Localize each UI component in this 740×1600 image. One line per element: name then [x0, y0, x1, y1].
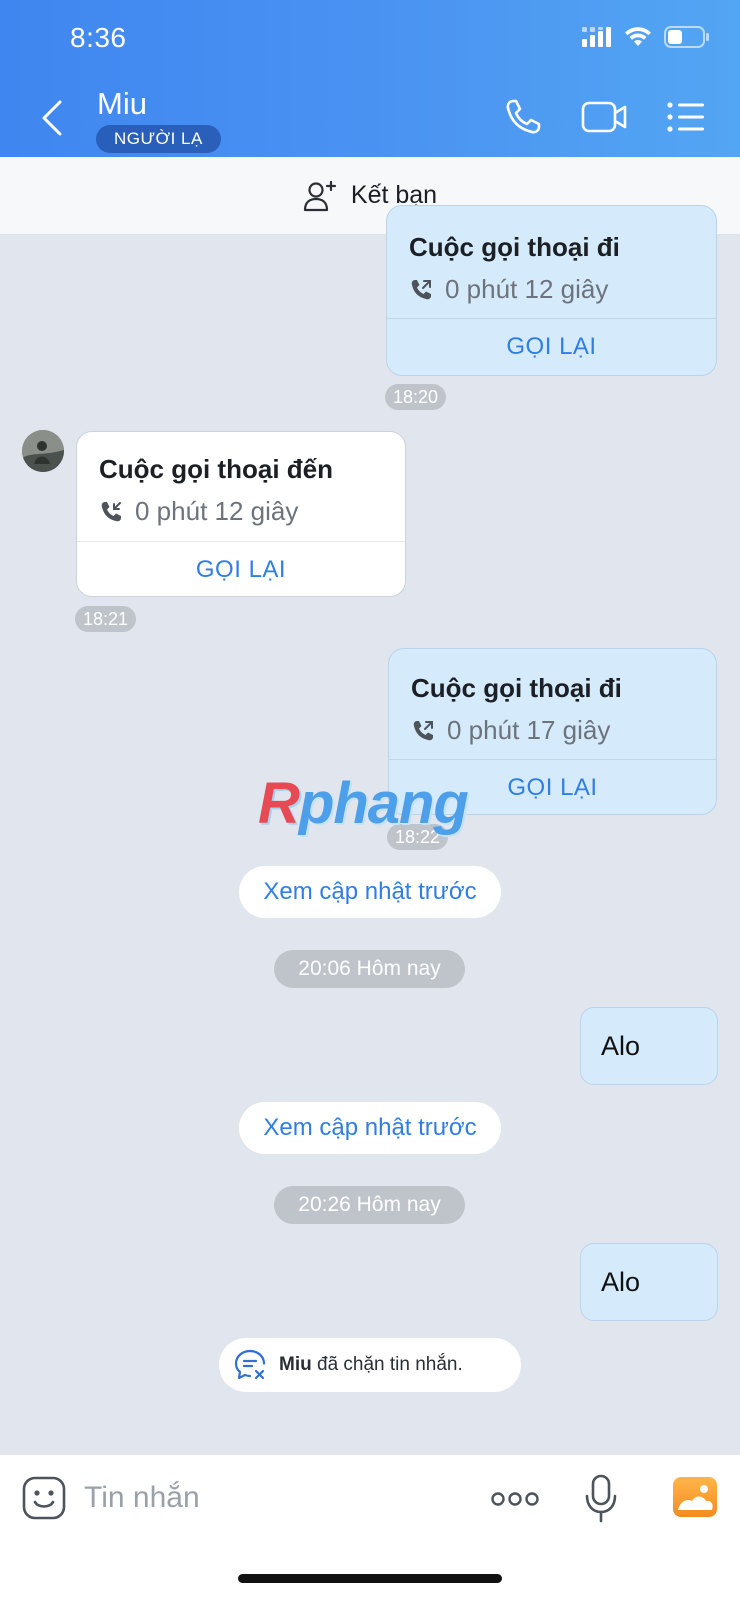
- incoming-call-icon: [101, 501, 121, 521]
- stranger-badge: NGƯỜI LẠ: [96, 125, 221, 153]
- battery-icon: [664, 26, 709, 48]
- emoji-button[interactable]: [22, 1476, 66, 1520]
- date-separator: 20:26 Hôm nay: [274, 1186, 465, 1224]
- home-indicator: [238, 1574, 502, 1583]
- video-icon: [581, 101, 627, 133]
- phone-icon: [506, 99, 541, 134]
- voice-record-button[interactable]: [584, 1474, 618, 1524]
- divider: [77, 541, 405, 542]
- blocked-notice-text: Miu đã chặn tin nhắn.: [279, 1354, 463, 1376]
- back-icon: [42, 100, 62, 136]
- divider: [387, 318, 716, 319]
- avatar-image-icon: [22, 430, 64, 472]
- blocked-name: Miu: [279, 1354, 312, 1375]
- outgoing-call-icon: [411, 279, 431, 299]
- status-icons: [582, 26, 710, 48]
- outgoing-call-icon: [413, 720, 433, 740]
- microphone-icon: [585, 1474, 617, 1523]
- watermark-logo: Rphang: [258, 771, 469, 836]
- status-time: 8:36: [70, 22, 127, 53]
- emoji-icon: [22, 1476, 66, 1520]
- contact-avatar[interactable]: [22, 430, 64, 472]
- outgoing-call-card: Cuộc gọi thoại đi 0 phút 12 giây GỌI LẠI: [386, 205, 717, 376]
- see-previous-updates-button[interactable]: Xem cập nhật trước: [239, 866, 501, 918]
- date-separator: 20:06 Hôm nay: [274, 950, 465, 988]
- call-duration-text: 0 phút 12 giây: [445, 274, 609, 304]
- message-time: 18:21: [75, 606, 137, 632]
- blocked-text: đã chặn tin nhắn.: [311, 1354, 463, 1375]
- more-options-button[interactable]: [490, 1484, 540, 1514]
- gallery-button[interactable]: [672, 1476, 718, 1518]
- call-duration: 0 phút 12 giây: [409, 274, 608, 305]
- outgoing-message[interactable]: Alo: [580, 1243, 718, 1321]
- incoming-call-card: Cuộc gọi thoại đến 0 phút 12 giây GỌI LẠ…: [76, 431, 406, 597]
- see-previous-updates-button[interactable]: Xem cập nhật trước: [239, 1102, 501, 1154]
- message-input[interactable]: [84, 1472, 464, 1524]
- call-back-button[interactable]: GỌI LẠI: [77, 556, 405, 584]
- signal-icon: [582, 27, 611, 47]
- video-call-button[interactable]: [580, 94, 628, 140]
- call-title: Cuộc gọi thoại đi: [411, 673, 622, 703]
- call-title: Cuộc gọi thoại đến: [99, 454, 333, 484]
- wifi-icon: [625, 27, 651, 46]
- blocked-message-icon: [234, 1349, 266, 1380]
- contact-name[interactable]: Miu: [97, 86, 147, 122]
- call-back-button[interactable]: GỌI LẠI: [387, 333, 716, 361]
- call-duration-text: 0 phút 12 giây: [135, 496, 299, 526]
- message-time: 18:20: [385, 384, 447, 410]
- call-duration: 0 phút 17 giây: [411, 715, 610, 746]
- add-user-icon: [303, 180, 337, 211]
- divider: [389, 759, 716, 760]
- chat-header: 8:36 Miu NGƯỜI LẠ: [0, 0, 740, 157]
- gallery-icon: [673, 1477, 717, 1517]
- call-duration-text: 0 phút 17 giây: [447, 715, 611, 745]
- more-icon: [491, 1492, 539, 1506]
- call-title: Cuộc gọi thoại đi: [409, 232, 620, 262]
- outgoing-message[interactable]: Alo: [580, 1007, 718, 1085]
- menu-button[interactable]: [666, 94, 706, 140]
- blocked-notice: Miu đã chặn tin nhắn.: [219, 1338, 521, 1392]
- call-duration: 0 phút 12 giây: [99, 496, 298, 527]
- voice-call-button[interactable]: [500, 94, 546, 140]
- back-button[interactable]: [36, 96, 70, 140]
- menu-list-icon: [667, 102, 704, 132]
